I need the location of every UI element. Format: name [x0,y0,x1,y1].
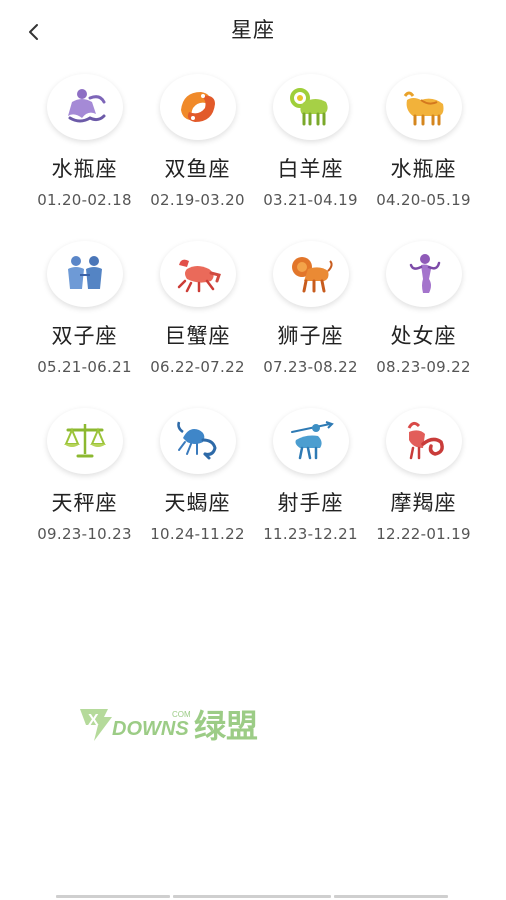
zodiac-item-pisces[interactable]: 双鱼座 02.19-03.20 [141,72,254,239]
zodiac-item-aquarius[interactable]: 水瓶座 01.20-02.18 [28,72,141,239]
virgo-icon [409,254,440,293]
xdowns-watermark-icon: X DOWNS COM 绿盟 [80,707,258,745]
zodiac-dates: 08.23-09.22 [376,358,471,376]
bottom-indicator-segment [173,895,331,898]
gemini-icon [67,256,102,289]
zodiac-item-taurus[interactable]: 水瓶座 04.20-05.19 [367,72,480,239]
zodiac-dates: 10.24-11.22 [150,525,245,543]
zodiac-icon-circle [272,408,349,474]
leo-icon [291,257,333,293]
watermark-suffix: COM [172,710,191,719]
watermark-brand: DOWNS [112,718,189,740]
zodiac-dates: 07.23-08.22 [263,358,358,376]
zodiac-item-cancer[interactable]: 巨蟹座 06.22-07.22 [141,239,254,406]
zodiac-dates: 11.23-12.21 [263,525,358,543]
zodiac-item-leo[interactable]: 狮子座 07.23-08.22 [254,239,367,406]
zodiac-dates: 03.21-04.19 [263,191,358,209]
zodiac-icon-circle [385,74,462,140]
zodiac-dates: 01.20-02.18 [37,191,132,209]
aries-icon [289,88,328,126]
scorpio-icon [176,421,217,460]
zodiac-dates: 02.19-03.20 [150,191,245,209]
zodiac-item-gemini[interactable]: 双子座 05.21-06.21 [28,239,141,406]
aquarius-icon [67,89,105,123]
zodiac-icon-circle [272,241,349,307]
zodiac-icon-circle [46,241,123,307]
bottom-indicator-segment [56,895,170,898]
zodiac-name: 水瓶座 [390,157,457,181]
taurus-icon [403,91,443,126]
capricorn-icon [407,421,444,460]
zodiac-name: 摩羯座 [390,491,457,515]
zodiac-item-sagittarius[interactable]: 射手座 11.23-12.21 [254,406,367,573]
zodiac-icon-circle [46,74,123,140]
zodiac-dates: 09.23-10.23 [37,525,132,543]
zodiac-icon-circle [46,408,123,474]
zodiac-item-virgo[interactable]: 处女座 08.23-09.22 [367,239,480,406]
watermark-badge: X [88,712,99,729]
zodiac-name: 狮子座 [277,324,344,348]
zodiac-dates: 04.20-05.19 [376,191,471,209]
pisces-icon [180,92,215,122]
zodiac-name: 双子座 [51,324,118,348]
sagittarius-icon [290,421,334,460]
zodiac-icon-circle [159,408,236,474]
page-title: 星座 [231,18,275,42]
zodiac-grid: 水瓶座 01.20-02.18 双鱼座 02.19-03.20 白羊座 03.2… [28,72,480,573]
zodiac-name: 射手座 [277,491,344,515]
zodiac-name: 双鱼座 [164,157,231,181]
zodiac-icon-circle [385,241,462,307]
zodiac-item-scorpio[interactable]: 天蝎座 10.24-11.22 [141,406,254,573]
zodiac-item-aries[interactable]: 白羊座 03.21-04.19 [254,72,367,239]
zodiac-item-libra[interactable]: 天秤座 09.23-10.23 [28,406,141,573]
zodiac-name: 白羊座 [277,157,344,181]
zodiac-name: 处女座 [390,324,457,348]
zodiac-dates: 12.22-01.19 [376,525,471,543]
bottom-indicator-segment [334,895,448,898]
watermark-logo: X DOWNS COM 绿盟 [78,703,268,745]
watermark-cn: 绿盟 [194,707,258,745]
cancer-icon [177,259,221,293]
zodiac-icon-circle [159,74,236,140]
zodiac-dates: 06.22-07.22 [150,358,245,376]
zodiac-name: 天蝎座 [164,491,231,515]
zodiac-name: 天秤座 [51,491,118,515]
zodiac-item-capricorn[interactable]: 摩羯座 12.22-01.19 [367,406,480,573]
zodiac-name: 水瓶座 [51,157,118,181]
zodiac-name: 巨蟹座 [164,324,231,348]
libra-icon [63,424,106,458]
zodiac-icon-circle [385,408,462,474]
zodiac-dates: 05.21-06.21 [37,358,132,376]
bottom-indicator [56,895,450,900]
zodiac-icon-circle [272,74,349,140]
zodiac-icon-circle [159,241,236,307]
header-bar: 星座 [0,0,506,60]
